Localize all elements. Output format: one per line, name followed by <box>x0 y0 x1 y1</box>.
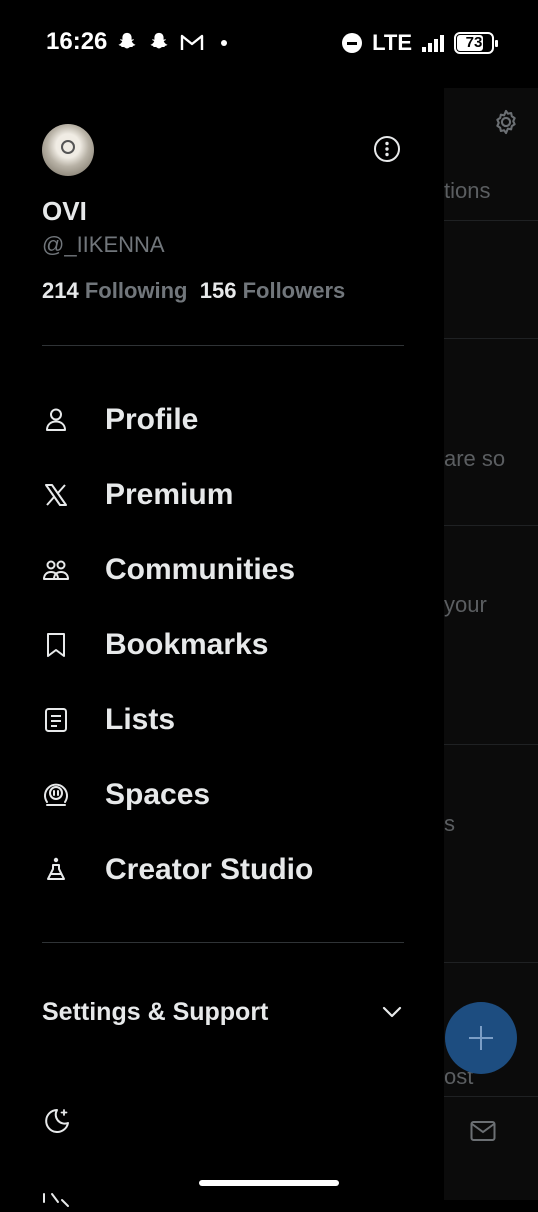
dot-icon <box>221 40 227 46</box>
person-icon <box>46 408 66 431</box>
display-name[interactable]: OVI <box>42 196 87 227</box>
snapchat-icon <box>150 32 168 49</box>
background-snippet: are so <box>444 446 506 471</box>
network-label: LTE <box>372 30 412 55</box>
background-divider <box>444 525 538 526</box>
status-time: 16:26 <box>46 28 108 55</box>
flask-icon <box>47 857 65 880</box>
background-divider <box>444 220 538 221</box>
background-snippet: your <box>444 592 487 617</box>
avatar[interactable] <box>42 124 94 176</box>
background-divider <box>444 1096 538 1097</box>
menu-label-creator-studio: Creator Studio <box>105 853 314 886</box>
menu-label-premium: Premium <box>105 478 234 511</box>
background-divider <box>444 338 538 339</box>
menu-label-profile: Profile <box>105 403 199 436</box>
battery-level: 73 <box>465 34 483 51</box>
spaces-icon <box>44 783 68 806</box>
signal-icon <box>422 34 444 52</box>
moon-icon[interactable] <box>42 1106 72 1136</box>
background-snippet: tions <box>444 178 491 203</box>
background-feed[interactable]: tions are so your s ost <box>444 0 538 1200</box>
menu-item-spaces[interactable]: Spaces <box>42 765 422 825</box>
battery-icon: 73 <box>454 32 498 54</box>
gmail-icon <box>180 34 204 50</box>
user-handle: @_IIKENNA <box>42 232 165 257</box>
menu-item-communities[interactable]: Communities <box>42 540 422 600</box>
menu-item-profile[interactable]: Profile <box>42 390 422 450</box>
notification-icons <box>116 31 234 53</box>
following-label: Following <box>84 278 188 303</box>
following-count: 214 <box>42 278 79 303</box>
status-bar: 16:26 LTE 73 <box>0 0 538 88</box>
menu-label-communities: Communities <box>105 553 296 586</box>
mail-icon[interactable] <box>470 1120 496 1142</box>
status-right: LTE 73 <box>342 30 498 56</box>
background-divider <box>444 962 538 963</box>
x-logo-icon <box>45 484 67 506</box>
list-icon <box>45 708 67 732</box>
communities-icon <box>43 560 69 580</box>
snapchat-icon <box>118 32 136 49</box>
followers-label: Followers <box>242 278 346 303</box>
followers-link[interactable]: 156 Followers <box>200 278 346 303</box>
menu-item-premium[interactable]: Premium <box>42 465 422 525</box>
qr-code-icon[interactable] <box>42 1190 72 1212</box>
compose-button[interactable] <box>445 1002 517 1074</box>
navigation-drawer: OVI @_IIKENNA 214 Following 156 Follower… <box>0 88 444 1207</box>
settings-support-toggle[interactable]: Settings & Support <box>42 984 404 1040</box>
followers-count: 156 <box>199 278 237 303</box>
bookmark-icon <box>47 633 65 657</box>
more-options-icon[interactable] <box>373 135 401 163</box>
divider <box>42 942 404 943</box>
home-indicator[interactable] <box>199 1180 339 1186</box>
background-snippet: s <box>444 811 455 836</box>
background-divider <box>444 744 538 745</box>
chevron-down-icon <box>382 1006 402 1018</box>
menu-item-bookmarks[interactable]: Bookmarks <box>42 615 422 675</box>
divider <box>42 345 404 346</box>
menu-label-lists: Lists <box>105 703 176 736</box>
settings-support-label: Settings & Support <box>42 997 269 1026</box>
menu-item-creator-studio[interactable]: Creator Studio <box>42 840 422 900</box>
menu-item-lists[interactable]: Lists <box>42 690 422 750</box>
gear-icon[interactable] <box>492 108 520 136</box>
dnd-icon <box>342 33 363 53</box>
menu-label-bookmarks: Bookmarks <box>105 628 269 661</box>
follow-stats: 214 Following 156 Followers <box>42 278 345 304</box>
following-link[interactable]: 214 Following <box>42 278 188 303</box>
menu-label-spaces: Spaces <box>105 778 211 811</box>
